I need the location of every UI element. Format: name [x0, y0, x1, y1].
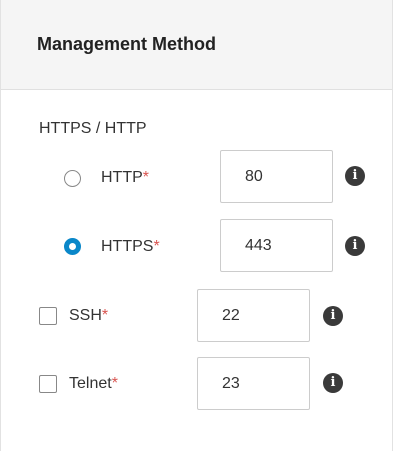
telnet-row: Telnet* i — [1, 357, 392, 411]
https-label-text: HTTPS — [101, 238, 154, 255]
ssh-label[interactable]: SSH* — [69, 307, 108, 325]
http-label-text: HTTP — [101, 169, 143, 186]
https-label[interactable]: HTTPS* — [101, 238, 160, 256]
required-asterisk: * — [101, 307, 109, 324]
required-asterisk: * — [111, 375, 118, 392]
http-label[interactable]: HTTP* — [101, 169, 149, 187]
telnet-checkbox[interactable] — [39, 375, 57, 393]
http-row: HTTP* i — [1, 150, 392, 204]
https-port-input[interactable] — [220, 219, 333, 272]
ssh-row: SSH* i — [1, 289, 392, 343]
info-icon[interactable]: i — [323, 373, 343, 393]
telnet-label-text: Telnet — [69, 375, 112, 392]
required-asterisk: * — [142, 169, 150, 186]
telnet-port-input[interactable] — [197, 357, 310, 410]
https-radio[interactable] — [64, 238, 81, 255]
info-icon[interactable]: i — [323, 306, 343, 326]
panel-title: Management Method — [37, 34, 217, 54]
ssh-checkbox[interactable] — [39, 307, 57, 325]
http-radio[interactable] — [64, 170, 81, 187]
https-row: HTTPS* i — [1, 219, 392, 273]
info-icon[interactable]: i — [345, 166, 365, 186]
https-http-group-label: HTTPS / HTTP — [39, 120, 147, 137]
ssh-port-input[interactable] — [197, 289, 310, 342]
ssh-label-text: SSH — [69, 307, 102, 324]
http-port-input[interactable] — [220, 150, 333, 203]
required-asterisk: * — [153, 238, 160, 255]
info-icon[interactable]: i — [345, 236, 365, 256]
panel-header: Management Method — [1, 0, 392, 90]
management-method-panel: Management Method HTTPS / HTTP HTTP* i H… — [0, 0, 393, 451]
telnet-label[interactable]: Telnet* — [69, 375, 118, 393]
